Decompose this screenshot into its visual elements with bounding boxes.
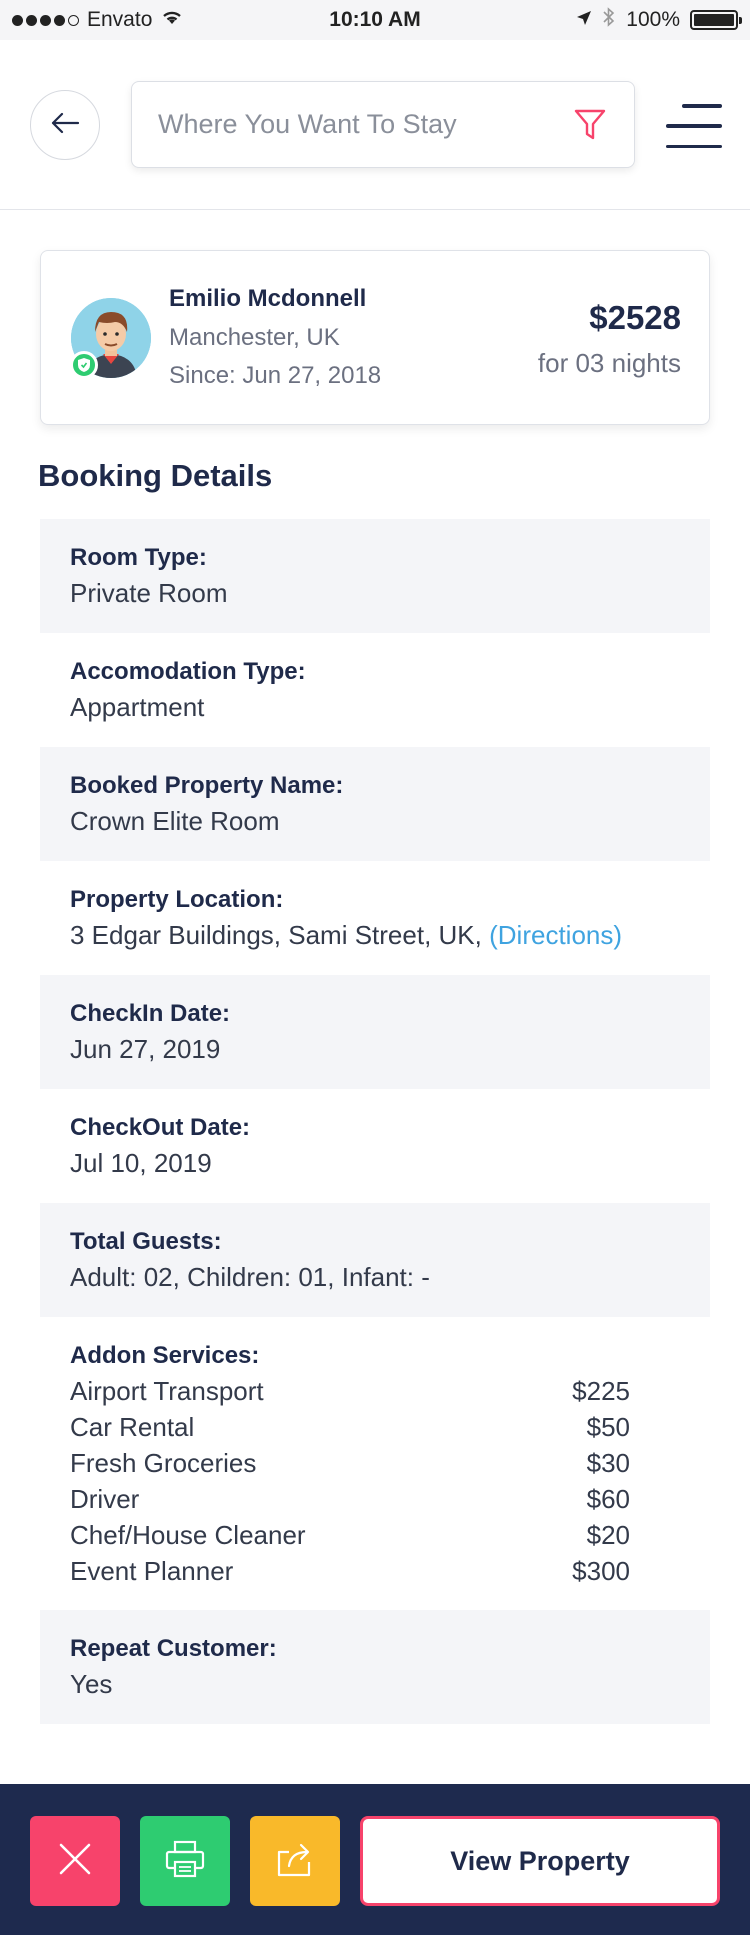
bottom-action-bar: View Property (0, 1784, 750, 1935)
addon-item: Driver $60 (70, 1481, 680, 1517)
room-type-row: Room Type: Private Room (40, 519, 710, 633)
shield-check-icon (70, 351, 98, 379)
addon-item: Chef/House Cleaner $20 (70, 1517, 680, 1553)
bluetooth-icon (602, 7, 616, 33)
addon-price: $50 (586, 1412, 630, 1442)
header (0, 40, 750, 210)
addon-price: $300 (572, 1556, 630, 1586)
back-button[interactable] (30, 90, 100, 160)
detail-value: Adult: 02, Children: 01, Infant: - (70, 1262, 430, 1292)
status-right: 100% (576, 7, 742, 33)
property-address: 3 Edgar Buildings, Sami Street, UK, (70, 920, 482, 950)
property-location-row: Property Location: 3 Edgar Buildings, Sa… (40, 861, 710, 975)
signal-strength-icon (12, 14, 79, 26)
share-button[interactable] (250, 1816, 340, 1906)
detail-value: Appartment (70, 692, 205, 722)
detail-label: Addon Services: (70, 1342, 260, 1369)
addon-item: Car Rental $50 (70, 1409, 680, 1445)
addon-name: Driver (70, 1484, 140, 1514)
addon-price: $30 (586, 1448, 630, 1478)
addon-item: Fresh Groceries $30 (70, 1445, 680, 1481)
detail-value: Private Room (70, 578, 228, 608)
detail-label: Room Type: (70, 544, 207, 571)
detail-label: Property Location: (70, 886, 284, 913)
addon-item: Airport Transport $225 (70, 1373, 680, 1409)
printer-icon (165, 1840, 205, 1883)
detail-value: Yes (70, 1669, 113, 1699)
status-left: Envato (12, 8, 184, 32)
checkin-row: CheckIn Date: Jun 27, 2019 (40, 975, 710, 1089)
repeat-customer-row: Repeat Customer: Yes (40, 1610, 710, 1724)
detail-label: Accomodation Type: (70, 658, 306, 685)
directions-link[interactable]: (Directions) (489, 920, 622, 950)
funnel-icon[interactable] (572, 107, 608, 143)
addon-price: $60 (586, 1484, 630, 1514)
detail-label: Total Guests: (70, 1228, 222, 1255)
detail-label: CheckIn Date: (70, 1000, 231, 1027)
addon-list: Airport Transport $225 Car Rental $50 Fres… (70, 1373, 680, 1589)
hamburger-menu-icon[interactable] (666, 104, 722, 148)
arrow-left-icon (50, 111, 80, 140)
section-title: Booking Details (38, 458, 273, 493)
status-bar: Envato 10:10 AM 100% (0, 0, 750, 40)
customer-location: Manchester, UK (169, 324, 340, 351)
addon-name: Fresh Groceries (70, 1448, 257, 1478)
share-icon (275, 1840, 315, 1883)
addon-price: $225 (572, 1376, 630, 1406)
property-name-row: Booked Property Name: Crown Elite Room (40, 747, 710, 861)
customer-since: Since: Jun 27, 2018 (169, 362, 382, 389)
detail-value: Jun 27, 2019 (70, 1034, 221, 1064)
battery-level (694, 14, 734, 26)
battery-percent: 100% (626, 8, 680, 31)
location-arrow-icon (576, 8, 592, 32)
total-guests-row: Total Guests: Adult: 02, Children: 01, I… (40, 1203, 710, 1317)
checkout-row: CheckOut Date: Jul 10, 2019 (40, 1089, 710, 1203)
customer-card: Emilio Mcdonnell Manchester, UK Since: J… (40, 250, 710, 425)
accommodation-type-row: Accomodation Type: Appartment (40, 633, 710, 747)
search-box (131, 81, 635, 168)
addon-name: Event Planner (70, 1556, 234, 1586)
booking-price: $2528 (589, 299, 681, 336)
detail-value: Crown Elite Room (70, 806, 280, 836)
detail-label: Booked Property Name: (70, 772, 344, 799)
detail-label: Repeat Customer: (70, 1635, 277, 1662)
search-input[interactable] (158, 109, 572, 140)
addon-name: Car Rental (70, 1412, 195, 1442)
addon-price: $20 (586, 1520, 630, 1550)
addon-name: Airport Transport (70, 1376, 264, 1406)
carrier-name: Envato (87, 8, 153, 31)
addon-services-row: Addon Services: Airport Transport $225 Ca… (40, 1317, 710, 1610)
detail-value: 3 Edgar Buildings, Sami Street, UK, (Dir… (70, 917, 680, 953)
wifi-icon (160, 8, 184, 32)
customer-name: Emilio Mcdonnell (169, 285, 367, 312)
detail-label: CheckOut Date: (70, 1114, 251, 1141)
addon-item: Event Planner $300 (70, 1553, 680, 1589)
detail-value: Jul 10, 2019 (70, 1148, 212, 1178)
addon-name: Chef/House Cleaner (70, 1520, 306, 1550)
close-icon (58, 1842, 92, 1881)
view-property-button[interactable]: View Property (360, 1816, 720, 1906)
print-button[interactable] (140, 1816, 230, 1906)
booking-nights: for 03 nights (537, 348, 681, 378)
cancel-button[interactable] (30, 1816, 120, 1906)
battery-icon (690, 10, 742, 30)
